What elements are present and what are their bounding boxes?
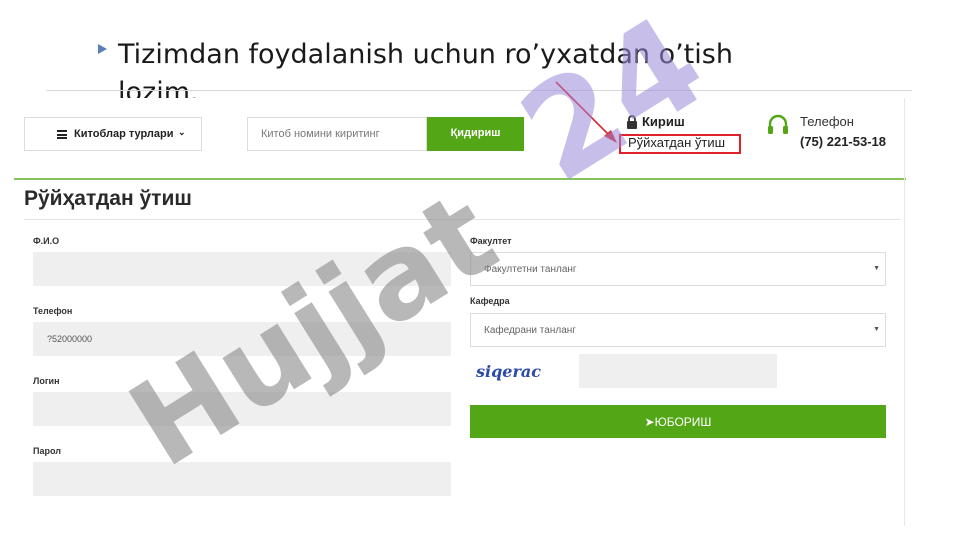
search-button[interactable]: Қидириш (427, 117, 524, 151)
lock-icon (627, 115, 637, 129)
headset-icon (768, 114, 788, 134)
fio-label: Ф.И.О (33, 236, 60, 246)
captcha-input[interactable] (579, 354, 777, 388)
book-search-input[interactable]: Китоб номини киритинг (247, 117, 427, 151)
fio-field[interactable] (33, 252, 451, 286)
submit-label: ЮБОРИШ (654, 415, 712, 429)
login-field-label: Логин (33, 376, 60, 386)
captcha-image: siqerac (475, 362, 541, 381)
captcha-text: siqerac (475, 362, 541, 381)
faculty-label: Факултет (470, 236, 512, 246)
faculty-select[interactable]: Факултетни танланг ▼ (470, 252, 886, 286)
register-highlight-box (619, 134, 741, 154)
screenshot-edge (904, 98, 905, 526)
phone-label: Телефон (800, 114, 854, 129)
book-categories-menu-button[interactable]: Китоблар турлари ⌄ (24, 117, 202, 151)
title-divider (24, 219, 900, 220)
menu-label: Китоблар турлари (74, 128, 174, 140)
department-select[interactable]: Кафедрани танланг ▼ (470, 313, 886, 347)
bullet-arrow-icon (98, 44, 107, 54)
login-field[interactable] (33, 392, 451, 426)
login-link[interactable]: Кириш (642, 114, 685, 129)
caret-down-icon: ▼ (873, 265, 880, 272)
hamburger-icon (57, 130, 67, 139)
password-field-label: Парол (33, 446, 61, 456)
search-placeholder: Китоб номини киритинг (261, 128, 380, 140)
caret-down-icon: ▼ (873, 326, 880, 333)
password-field[interactable] (33, 462, 451, 496)
registration-page-screenshot: Китоблар турлари ⌄ Китоб номини киритинг… (14, 98, 910, 528)
chevron-down-icon: ⌄ (178, 127, 186, 137)
slide-divider (46, 90, 912, 91)
phone-number: (75) 221-53-18 (800, 134, 886, 149)
header-divider (14, 178, 906, 180)
department-label: Кафедра (470, 296, 510, 306)
submit-button[interactable]: ➤ЮБОРИШ (470, 405, 886, 438)
department-selected-value: Кафедрани танланг (484, 325, 576, 336)
page-title: Рўйҳатдан ўтиш (24, 187, 192, 210)
send-icon: ➤ (644, 415, 655, 429)
phone-field-label: Телефон (33, 306, 73, 316)
phone-field[interactable]: ?52000000 (33, 322, 451, 356)
faculty-selected-value: Факултетни танланг (484, 264, 577, 275)
